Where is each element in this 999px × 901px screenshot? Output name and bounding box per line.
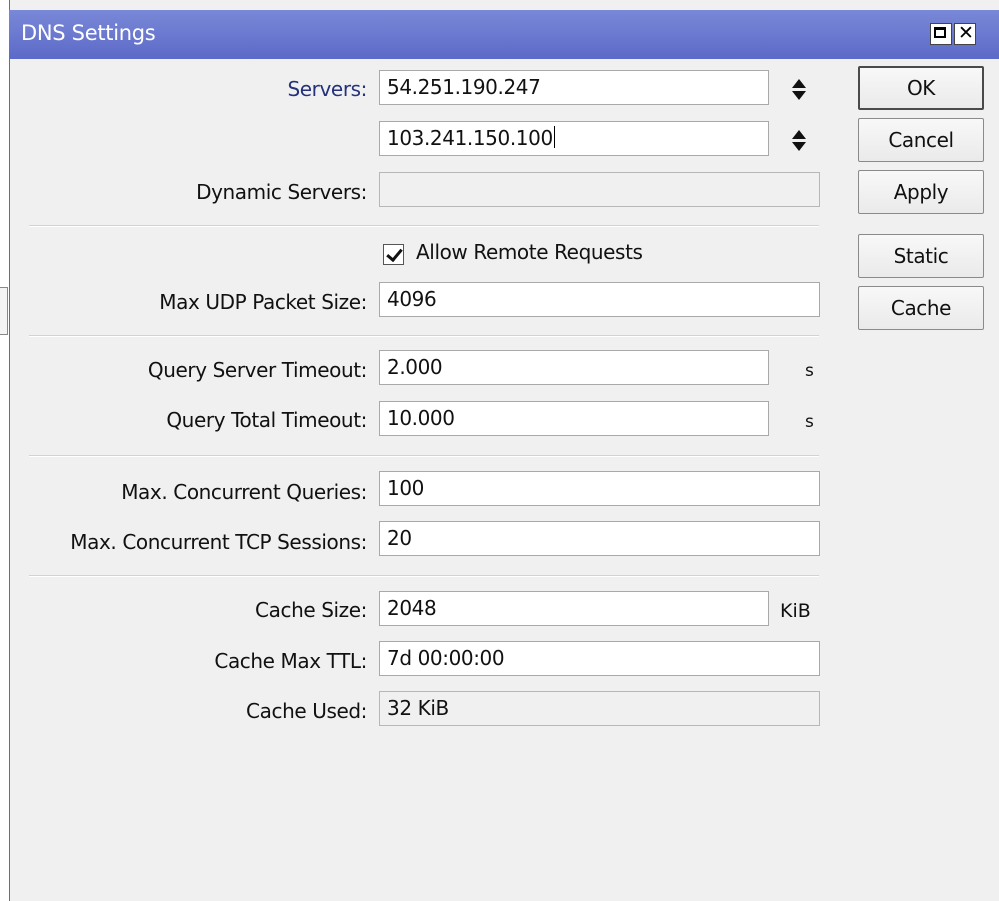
max-udp-packet-size-input[interactable]: 4096 — [379, 282, 820, 317]
query-server-timeout-unit: s — [805, 361, 814, 381]
apply-button[interactable]: Apply — [858, 170, 984, 214]
cache-max-ttl-input[interactable]: 7d 00:00:00 — [379, 641, 820, 676]
servers-label: Servers: — [287, 77, 367, 101]
cache-max-ttl-label: Cache Max TTL: — [214, 649, 367, 673]
query-server-timeout-input[interactable]: 2.000 — [379, 350, 769, 385]
background-window-edge — [0, 287, 8, 335]
up-down-arrows-icon[interactable] — [790, 129, 808, 153]
cache-size-unit: KiB — [780, 600, 811, 622]
dynamic-servers-field — [379, 172, 820, 207]
cancel-button[interactable]: Cancel — [858, 118, 984, 162]
query-total-timeout-label: Query Total Timeout: — [166, 408, 367, 432]
server-1-input[interactable]: 54.251.190.247 — [379, 70, 769, 105]
cache-used-label: Cache Used: — [246, 699, 367, 723]
cache-used-field: 32 KiB — [379, 691, 820, 726]
up-down-arrows-icon[interactable] — [790, 78, 808, 102]
close-icon[interactable]: ✕ — [954, 22, 976, 45]
ok-button[interactable]: OK — [858, 66, 984, 110]
max-concurrent-queries-input[interactable]: 100 — [379, 471, 820, 506]
max-concurrent-queries-label: Max. Concurrent Queries: — [121, 480, 367, 504]
max-udp-packet-size-label: Max UDP Packet Size: — [159, 290, 367, 314]
max-concurrent-tcp-sessions-input[interactable]: 20 — [379, 521, 820, 556]
cache-button[interactable]: Cache — [858, 286, 984, 330]
static-button[interactable]: Static — [858, 234, 984, 278]
cache-size-input[interactable]: 2048 — [379, 591, 769, 626]
maximize-icon[interactable] — [930, 23, 952, 45]
text-cursor — [553, 126, 555, 148]
query-total-timeout-input[interactable]: 10.000 — [379, 401, 769, 436]
server-2-value: 103.241.150.100 — [387, 126, 553, 150]
allow-remote-requests-label[interactable]: Allow Remote Requests — [416, 240, 643, 264]
window-title: DNS Settings — [21, 21, 156, 45]
cache-size-label: Cache Size: — [255, 598, 367, 622]
max-concurrent-tcp-sessions-label: Max. Concurrent TCP Sessions: — [70, 530, 367, 554]
query-server-timeout-label: Query Server Timeout: — [147, 358, 368, 382]
separator — [29, 225, 819, 227]
server-2-input[interactable]: 103.241.150.100 — [379, 121, 769, 156]
separator — [29, 335, 819, 337]
allow-remote-requests-checkbox[interactable] — [383, 244, 404, 265]
separator — [29, 455, 819, 457]
dynamic-servers-label: Dynamic Servers: — [196, 180, 367, 204]
separator — [29, 575, 819, 577]
query-total-timeout-unit: s — [805, 412, 814, 432]
title-bar[interactable]: DNS Settings ✕ — [9, 10, 999, 59]
